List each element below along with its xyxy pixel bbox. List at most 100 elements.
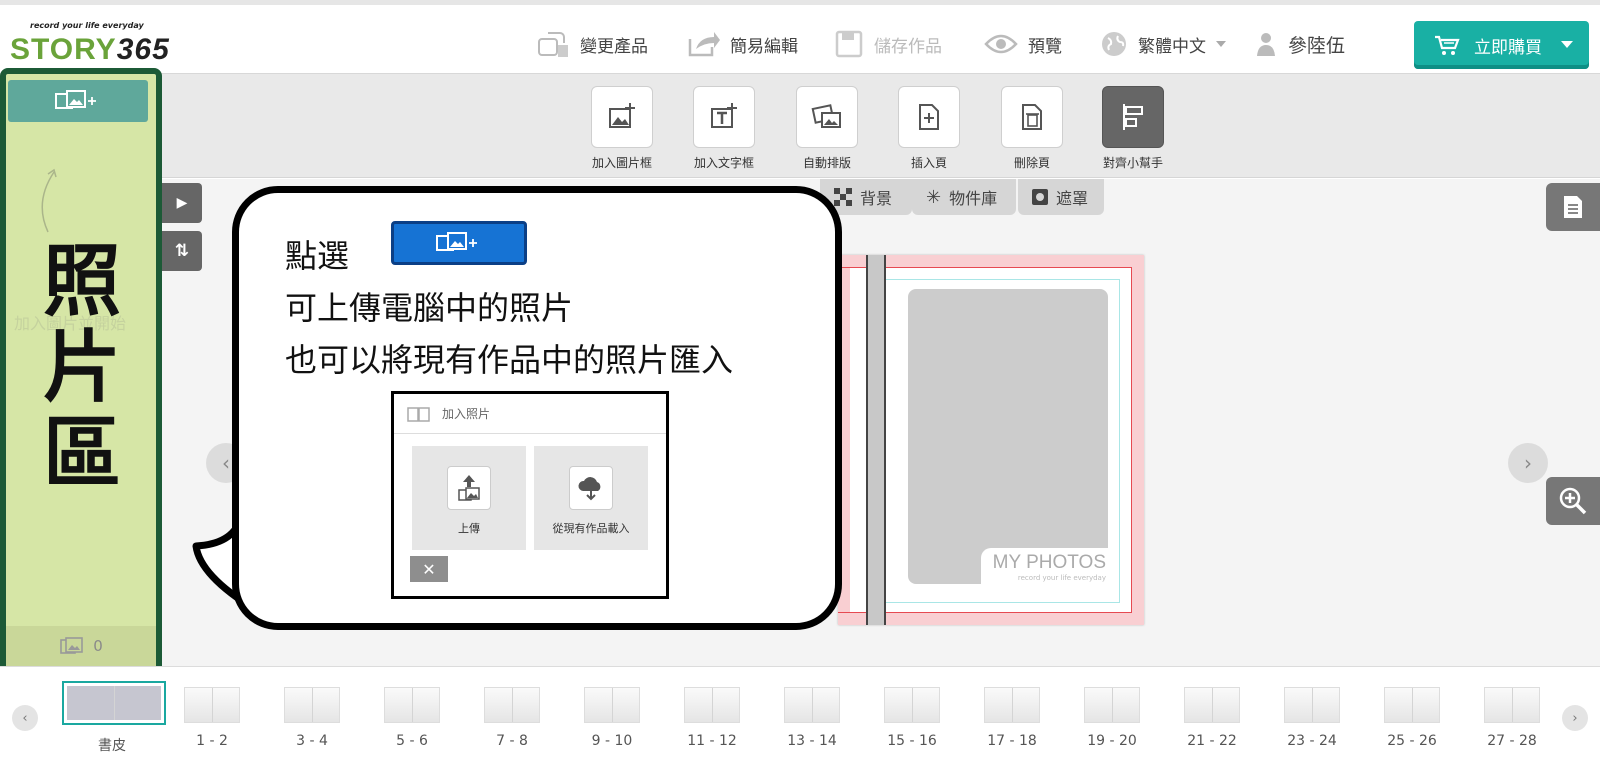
align-helper-icon bbox=[1123, 104, 1143, 130]
zoom-button[interactable] bbox=[1546, 477, 1600, 525]
thumbnail-label: 21 - 22 bbox=[1187, 733, 1237, 749]
thumbnail-label: 3 - 4 bbox=[296, 733, 328, 749]
thumbnail-spread[interactable]: 17 - 18 bbox=[962, 687, 1062, 749]
logo-word: STORY bbox=[10, 33, 117, 66]
add-image-frame-box bbox=[591, 86, 653, 148]
change-product-label: 變更產品 bbox=[580, 36, 648, 57]
thumbnail-spread[interactable]: 19 - 20 bbox=[1062, 687, 1162, 749]
tutorial-callout: 點選 可上傳電腦中的照片 也可以將現有作品中的照片匯入 加入照片 上傳 從現有作… bbox=[180, 186, 848, 632]
language-label: 繁體中文 bbox=[1138, 36, 1206, 57]
thumbnail-image bbox=[1484, 687, 1540, 723]
user-name: 參陸伍 bbox=[1288, 34, 1346, 57]
thumbnail-label: 27 - 28 bbox=[1487, 733, 1537, 749]
tab-mask[interactable]: 遮罩 bbox=[1018, 179, 1104, 215]
brand-tagline: record your life everyday bbox=[1017, 574, 1106, 582]
thumbnail-image bbox=[484, 687, 540, 723]
buy-now-label: 立即購買 bbox=[1474, 37, 1542, 58]
buy-dropdown-icon[interactable] bbox=[1561, 41, 1573, 48]
logo-number: 365 bbox=[116, 33, 170, 66]
callout-line-2: 可上傳電腦中的照片 bbox=[285, 289, 574, 327]
upload-option-label: 上傳 bbox=[458, 522, 480, 535]
thumbnail-image bbox=[184, 687, 240, 723]
add-photo-button[interactable] bbox=[8, 80, 148, 122]
add-photos-icon bbox=[55, 90, 96, 109]
thumbnail-spread[interactable]: 25 - 26 bbox=[1362, 687, 1462, 749]
auto-layout-label: 自動排版 bbox=[802, 156, 851, 170]
tab-object-library[interactable]: ✳ 物件庫 bbox=[912, 179, 1016, 215]
upload-icon bbox=[458, 475, 480, 501]
thumbnail-spread[interactable]: 5 - 6 bbox=[362, 687, 462, 749]
filmstrip-next-arrow[interactable]: › bbox=[1562, 705, 1588, 731]
thumbnail-spread[interactable]: 1 - 2 bbox=[162, 687, 262, 749]
add-photos-icon bbox=[436, 232, 477, 251]
align-helper-button[interactable]: 對齊小幫手 bbox=[1102, 86, 1164, 171]
thumbnail-spread[interactable]: 21 - 22 bbox=[1162, 687, 1262, 749]
buy-now-button[interactable]: 立即購買 bbox=[1414, 21, 1589, 69]
delete-page-label: 刪除頁 bbox=[1013, 156, 1050, 170]
notes-panel-button[interactable] bbox=[1546, 183, 1600, 231]
add-photo-dialog: 加入照片 上傳 從現有作品載入 ✕ bbox=[391, 391, 669, 599]
photo-slot[interactable]: MY PHOTOS record your life everyday bbox=[908, 289, 1108, 584]
thumbnail-spread[interactable]: 9 - 10 bbox=[562, 687, 662, 749]
filmstrip-prev-arrow[interactable]: ‹ bbox=[12, 705, 38, 731]
thumbnail-label: 7 - 8 bbox=[496, 733, 528, 749]
upload-option[interactable]: 上傳 bbox=[412, 446, 526, 550]
thumbnail-spread[interactable]: 11 - 12 bbox=[662, 687, 762, 749]
thumbnail-image bbox=[784, 687, 840, 723]
auto-layout-button[interactable]: 自動排版 bbox=[796, 86, 858, 171]
auto-layout-box bbox=[796, 86, 858, 148]
save-work-button[interactable]: 儲存作品 bbox=[834, 27, 942, 61]
import-option[interactable]: 從現有作品載入 bbox=[534, 446, 648, 550]
chevron-left-icon: ‹ bbox=[22, 710, 28, 726]
share-edit-icon bbox=[688, 32, 720, 57]
book-spine bbox=[866, 255, 886, 625]
thumbnail-spread[interactable]: 27 - 28 bbox=[1462, 687, 1562, 749]
thumbnail-label: 13 - 14 bbox=[787, 733, 837, 749]
thumbnail-cover[interactable]: 書皮 bbox=[62, 681, 166, 755]
easy-edit-button[interactable]: 簡易編輯 bbox=[686, 27, 798, 61]
callout-example-button bbox=[391, 221, 527, 265]
eye-icon bbox=[984, 34, 1018, 54]
delete-page-box bbox=[1001, 86, 1063, 148]
insert-page-box bbox=[898, 86, 960, 148]
photo-book-icon bbox=[407, 406, 430, 422]
preview-button[interactable]: 預覽 bbox=[984, 27, 1062, 61]
my-photos-brand: MY PHOTOS record your life everyday bbox=[980, 548, 1108, 584]
thumbnail-label: 19 - 20 bbox=[1087, 733, 1137, 749]
language-select[interactable]: 繁體中文 bbox=[1100, 27, 1226, 61]
cloud-download-icon bbox=[578, 477, 601, 501]
thumbnail-spread[interactable]: 3 - 4 bbox=[262, 687, 362, 749]
thumbnail-image bbox=[62, 681, 166, 725]
zoom-in-icon bbox=[1559, 487, 1587, 515]
thumbnail-label: 15 - 16 bbox=[887, 733, 937, 749]
insert-page-icon bbox=[919, 104, 939, 130]
next-page-arrow[interactable]: › bbox=[1508, 443, 1548, 483]
thumbnail-spread[interactable]: 15 - 16 bbox=[862, 687, 962, 749]
thumbnail-label: 1 - 2 bbox=[196, 733, 228, 749]
user-menu[interactable]: 參陸伍 bbox=[1254, 27, 1345, 61]
mask-icon bbox=[1032, 189, 1048, 205]
thumbnail-spread[interactable]: 23 - 24 bbox=[1262, 687, 1362, 749]
story365-logo[interactable]: record your life everyday STORY365 bbox=[10, 17, 200, 67]
thumbnail-image bbox=[584, 687, 640, 723]
align-helper-box bbox=[1102, 86, 1164, 148]
cart-icon bbox=[1435, 35, 1460, 55]
change-product-button[interactable]: 變更產品 bbox=[536, 27, 648, 61]
thumbnail-image bbox=[1284, 687, 1340, 723]
thumbnail-spread[interactable]: 13 - 14 bbox=[762, 687, 862, 749]
callout-line-3: 也可以將現有作品中的照片匯入 bbox=[285, 341, 734, 379]
add-text-frame-icon bbox=[711, 103, 737, 128]
insert-page-button[interactable]: 插入頁 bbox=[898, 86, 960, 171]
thumbnail-label: 11 - 12 bbox=[687, 733, 737, 749]
thumbnail-image bbox=[384, 687, 440, 723]
logo-wordmark: STORY365 bbox=[10, 33, 170, 67]
add-image-frame-button[interactable]: 加入圖片框 bbox=[591, 86, 653, 171]
callout-body: 點選 可上傳電腦中的照片 也可以將現有作品中的照片匯入 加入照片 上傳 從現有作… bbox=[232, 186, 842, 630]
delete-page-button[interactable]: 刪除頁 bbox=[1001, 86, 1063, 171]
add-text-frame-button[interactable]: 加入文字框 bbox=[693, 86, 755, 171]
top-bar: record your life everyday STORY365 變更產品 … bbox=[0, 0, 1600, 74]
easy-edit-label: 簡易編輯 bbox=[730, 36, 798, 57]
thumbnail-spread[interactable]: 7 - 8 bbox=[462, 687, 562, 749]
sparkle-icon: ✳ bbox=[926, 186, 942, 208]
dialog-close-button[interactable]: ✕ bbox=[410, 556, 448, 582]
